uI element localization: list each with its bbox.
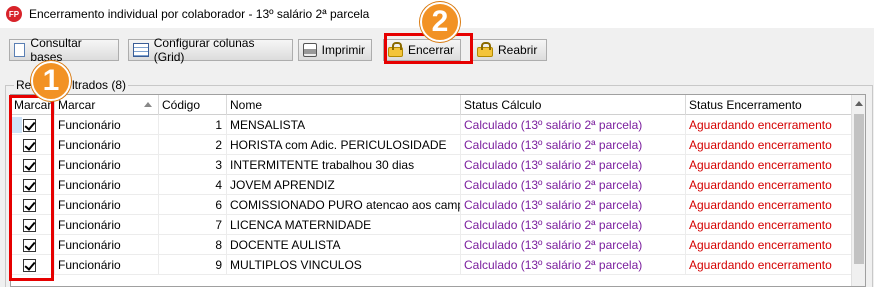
status-encerramento-cell: Aguardando encerramento <box>689 238 832 252</box>
codigo-cell: 9 <box>159 255 227 275</box>
status-encerramento-cell: Aguardando encerramento <box>689 198 832 212</box>
status-encerramento-cell: Aguardando encerramento <box>689 178 832 192</box>
column-header-marcar-label: Marcar <box>58 98 96 112</box>
imprimir-label: Imprimir <box>321 43 365 57</box>
table-row[interactable]: Funcionário 7 LICENCA MATERNIDADE Calcul… <box>11 215 851 235</box>
app-logo-icon: FP <box>6 6 22 22</box>
codigo-cell: 7 <box>159 215 227 235</box>
table-row[interactable]: Funcionário 2 HORISTA com Adic. PERICULO… <box>11 135 851 155</box>
scrollbar-thumb[interactable] <box>854 114 864 264</box>
tipo-cell: Funcionário <box>55 115 159 135</box>
highlight-marcar-column <box>9 95 54 281</box>
status-calculo-cell: Calculado (13º salário 2ª parcela) <box>461 115 686 135</box>
sort-ascending-icon <box>144 102 152 107</box>
status-calculo-cell: Calculado (13º salário 2ª parcela) <box>461 155 686 175</box>
nome-cell: MENSALISTA <box>227 115 461 135</box>
nome-cell: JOVEM APRENDIZ <box>227 175 461 195</box>
nome-cell: HORISTA com Adic. PERICULOSIDADE <box>227 135 461 155</box>
configurar-colunas-label: Configurar colunas (Grid) <box>153 36 255 64</box>
vertical-scrollbar[interactable] <box>851 95 865 286</box>
grid-header: Marcar Marcar Código Nome Status Cálculo… <box>11 95 851 115</box>
records-grid: Marcar Marcar Código Nome Status Cálculo… <box>10 94 866 287</box>
codigo-cell: 1 <box>159 115 227 135</box>
nome-cell: MULTIPLOS VINCULOS <box>227 255 461 275</box>
lock-icon <box>477 42 493 57</box>
nome-cell: INTERMITENTE trabalhou 30 dias <box>227 155 461 175</box>
table-row[interactable]: Funcionário 9 MULTIPLOS VINCULOS Calcula… <box>11 255 851 275</box>
codigo-cell: 4 <box>159 175 227 195</box>
codigo-cell: 3 <box>159 155 227 175</box>
tipo-cell: Funcionário <box>55 215 159 235</box>
document-icon <box>14 43 26 57</box>
status-calculo-cell: Calculado (13º salário 2ª parcela) <box>461 235 686 255</box>
status-calculo-cell: Calculado (13º salário 2ª parcela) <box>461 215 686 235</box>
reabrir-button[interactable]: Reabrir <box>472 39 547 61</box>
tipo-cell: Funcionário <box>55 235 159 255</box>
tipo-cell: Funcionário <box>55 195 159 215</box>
table-row[interactable]: Funcionário 3 INTERMITENTE trabalhou 30 … <box>11 155 851 175</box>
table-row[interactable]: Funcionário 6 COMISSIONADO PURO atencao … <box>11 195 851 215</box>
codigo-cell: 2 <box>159 135 227 155</box>
column-header-status-encerramento[interactable]: Status Encerramento <box>686 95 851 115</box>
step-badge-2: 2 <box>420 2 460 42</box>
imprimir-button[interactable]: Imprimir <box>298 39 372 61</box>
status-encerramento-cell: Aguardando encerramento <box>689 138 832 152</box>
column-header-codigo[interactable]: Código <box>159 95 227 115</box>
status-encerramento-cell: Aguardando encerramento <box>689 158 832 172</box>
table-row[interactable]: Funcionário 1 MENSALISTA Calculado (13º … <box>11 115 851 135</box>
nome-cell: COMISSIONADO PURO atencao aos campos <box>227 195 461 215</box>
status-encerramento-cell: Aguardando encerramento <box>689 118 832 132</box>
configurar-colunas-button[interactable]: Configurar colunas (Grid) <box>128 36 293 64</box>
status-calculo-cell: Calculado (13º salário 2ª parcela) <box>461 135 686 155</box>
tipo-cell: Funcionário <box>55 155 159 175</box>
codigo-cell: 6 <box>159 195 227 215</box>
codigo-cell: 8 <box>159 235 227 255</box>
status-encerramento-cell: Aguardando encerramento <box>689 218 832 232</box>
reabrir-label: Reabrir <box>498 43 538 57</box>
status-calculo-cell: Calculado (13º salário 2ª parcela) <box>461 175 686 195</box>
printer-icon <box>303 43 317 57</box>
column-header-marcar[interactable]: Marcar <box>55 95 159 115</box>
column-header-nome[interactable]: Nome <box>227 95 461 115</box>
status-calculo-cell: Calculado (13º salário 2ª parcela) <box>461 195 686 215</box>
status-calculo-cell: Calculado (13º salário 2ª parcela) <box>461 255 686 275</box>
nome-cell: LICENCA MATERNIDADE <box>227 215 461 235</box>
group-legend-right: ltrados (8) <box>72 78 127 92</box>
status-encerramento-cell: Aguardando encerramento <box>689 258 832 272</box>
consultar-bases-label: Consultar bases <box>30 36 82 64</box>
tipo-cell: Funcionário <box>55 175 159 195</box>
scroll-up-icon[interactable] <box>855 101 863 106</box>
consultar-bases-button[interactable]: Consultar bases <box>9 36 119 64</box>
nome-cell: DOCENTE AULISTA <box>227 235 461 255</box>
tipo-cell: Funcionário <box>55 135 159 155</box>
grid-icon <box>133 43 149 57</box>
step-badge-1: 1 <box>31 61 71 101</box>
column-header-status-calculo[interactable]: Status Cálculo <box>461 95 686 115</box>
table-row[interactable]: Funcionário 8 DOCENTE AULISTA Calculado … <box>11 235 851 255</box>
window-title: Encerramento individual por colaborador … <box>29 7 370 21</box>
tipo-cell: Funcionário <box>55 255 159 275</box>
table-row[interactable]: Funcionário 4 JOVEM APRENDIZ Calculado (… <box>11 175 851 195</box>
